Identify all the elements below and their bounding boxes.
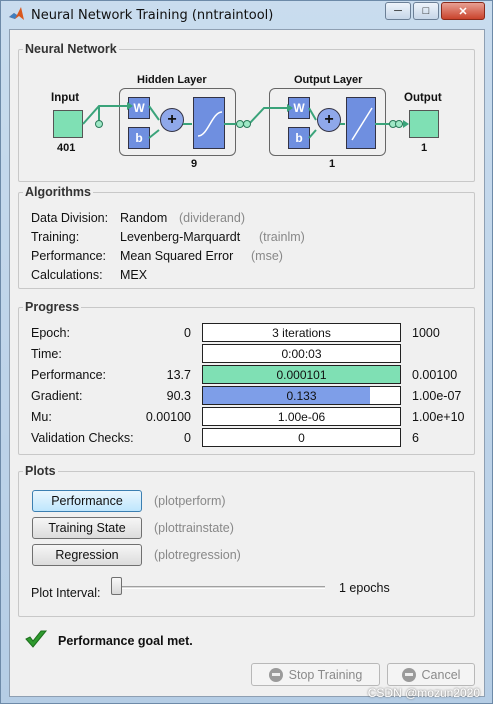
plot-fn: (plotperform) <box>154 494 226 508</box>
progress-current-value: 3 iterations <box>272 326 331 340</box>
close-button[interactable]: ✕ <box>441 2 485 20</box>
progress-label: Epoch: <box>31 326 70 340</box>
status-message: Performance goal met. <box>58 634 193 648</box>
progress-start-value: 13.7 <box>166 368 191 382</box>
progress-bar: 0 <box>202 428 401 447</box>
progress-bar: 0.000101 <box>202 365 401 384</box>
window-title: Neural Network Training (nntraintool) <box>31 8 274 23</box>
progress-start-value: 90.3 <box>166 389 191 403</box>
plot-fn: (plottrainstate) <box>154 521 234 535</box>
algorithm-value: Random <box>120 211 168 225</box>
plot-interval-value: 1 epochs <box>339 581 390 595</box>
algorithm-value: MEX <box>120 268 148 282</box>
nntraintool-window: Neural Network Training (nntraintool) ─ … <box>0 0 493 704</box>
progress-current-value: 0.133 <box>286 389 317 403</box>
algorithm-fn: (trainlm) <box>259 230 305 244</box>
plot-interval-label: Plot Interval: <box>31 586 101 600</box>
plot-regression-button[interactable]: Regression <box>32 544 142 566</box>
network-connectors <box>82 102 409 139</box>
stop-training-button[interactable]: Stop Training <box>251 663 380 686</box>
cancel-icon <box>401 667 416 682</box>
progress-label: Validation Checks: <box>31 431 134 445</box>
progress-end-value: 1.00e+10 <box>412 410 465 424</box>
title-bar[interactable]: Neural Network Training (nntraintool) ─ … <box>1 1 492 29</box>
progress-bar: 1.00e-06 <box>202 407 401 426</box>
plot-button-label: Regression <box>55 548 119 562</box>
progress-current-value: 0.000101 <box>276 368 327 382</box>
cancel-button[interactable]: Cancel <box>387 663 475 686</box>
progress-bar: 3 iterations <box>202 323 401 342</box>
progress-start-value: 0.00100 <box>145 410 191 424</box>
checkmark-icon <box>25 630 48 648</box>
plots-group: Plots Performance (plotperform) Training… <box>18 464 475 617</box>
progress-label: Time: <box>31 347 62 361</box>
algorithms-group: Algorithms Data Division: Random (divide… <box>18 185 475 289</box>
progress-start-value: 0 <box>184 431 191 445</box>
plot-button-label: Performance <box>51 494 123 508</box>
algorithm-label: Training: <box>31 230 80 244</box>
algorithm-fn: (dividerand) <box>179 211 246 225</box>
progress-group: Progress Epoch: 0 3 iterations 1000 Time: 0:0… <box>18 300 475 455</box>
progress-end-value: 1000 <box>412 326 440 340</box>
progress-current-value: 1.00e-06 <box>277 410 326 424</box>
maximize-icon: □ <box>422 5 430 17</box>
matlab-logo-icon <box>9 7 24 20</box>
progress-bar: 0:00:03 <box>202 344 401 363</box>
algorithm-value: Mean Squared Error <box>120 249 234 263</box>
progress-current-value: 0:00:03 <box>281 347 322 361</box>
plot-interval-slider-thumb[interactable] <box>111 577 122 595</box>
close-icon: ✕ <box>458 5 468 18</box>
plot-button-label: Training State <box>48 521 126 535</box>
minimize-icon: ─ <box>394 5 402 17</box>
progress-end-value: 1.00e-07 <box>412 389 462 403</box>
watermark-text: CSDN @mozun2020 <box>367 686 480 700</box>
stop-icon <box>268 667 283 682</box>
client-area: Neural Network Input 401 Hidden Layer W … <box>9 29 485 697</box>
progress-end-value: 0.00100 <box>412 368 458 382</box>
progress-bar: 0.133 <box>202 386 401 405</box>
algorithms-section-title: Algorithms <box>23 185 93 199</box>
minimize-button[interactable]: ─ <box>385 2 411 20</box>
plot-training-state-button[interactable]: Training State <box>32 517 142 539</box>
cancel-label: Cancel <box>421 667 461 682</box>
progress-label: Mu: <box>31 410 52 424</box>
maximize-button[interactable]: □ <box>413 2 439 20</box>
plot-interval-slider[interactable] <box>111 586 325 589</box>
algorithm-label: Data Division: <box>31 211 109 225</box>
progress-section-title: Progress <box>23 300 82 314</box>
network-group: Neural Network Input 401 Hidden Layer W … <box>18 42 475 182</box>
algorithm-fn: (mse) <box>251 249 283 263</box>
progress-start-value: 0 <box>184 326 191 340</box>
plot-fn: (plotregression) <box>154 548 241 562</box>
progress-end-value: 6 <box>412 431 419 445</box>
algorithm-value: Levenberg-Marquardt <box>120 230 241 244</box>
stop-training-label: Stop Training <box>288 667 363 682</box>
algorithm-label: Performance: <box>31 249 107 263</box>
plots-section-title: Plots <box>23 464 58 478</box>
progress-current-value: 0 <box>298 431 305 445</box>
algorithm-label: Calculations: <box>31 268 103 282</box>
progress-label: Gradient: <box>31 389 83 403</box>
plot-performance-button[interactable]: Performance <box>32 490 142 512</box>
progress-label: Performance: <box>31 368 107 382</box>
